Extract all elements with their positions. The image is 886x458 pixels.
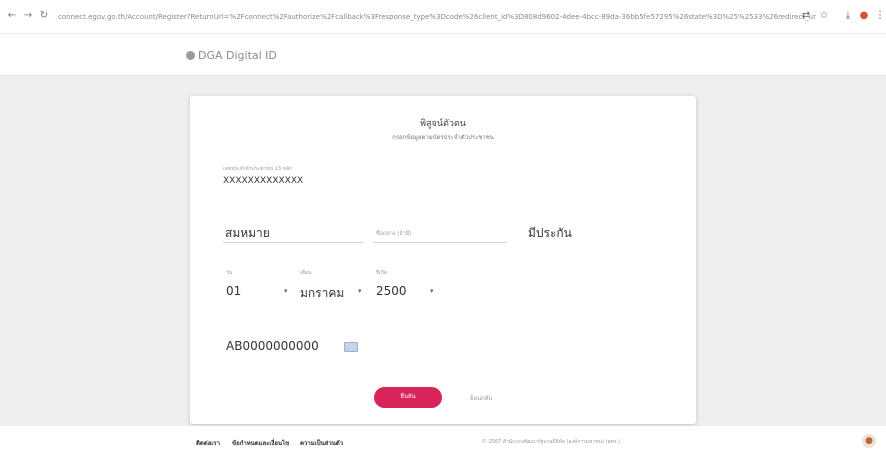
brand-name: DGA Digital ID (198, 49, 277, 62)
footer-link-privacy[interactable]: ความเป็นส่วนตัว (300, 438, 343, 448)
dga-logo-icon (186, 51, 195, 60)
footer-link-terms[interactable]: ข้อกำหนดและเงื่อนไข (232, 438, 289, 448)
reload-icon[interactable]: ↻ (38, 10, 50, 22)
download-icon[interactable]: ⤓ (842, 10, 854, 22)
birth-year-select[interactable]: 2500 (376, 284, 407, 298)
birth-day-dropdown-icon[interactable]: ▾ (284, 287, 288, 295)
site-header: DGA Digital ID (0, 34, 886, 76)
page-title: พิสูจน์ตัวตน (420, 119, 466, 129)
citizen-id-label: เลขประจำตัวประชาชน 13 หลัก (223, 166, 293, 172)
address-bar[interactable]: connect.egov.go.th/Account/Register?Retu… (58, 10, 816, 24)
submit-button[interactable]: ยืนยัน (374, 387, 442, 408)
birth-year-label: ปีเกิด (376, 270, 388, 276)
first-name-underline (223, 242, 363, 243)
identity-verification-card: พิสูจน์ตัวตน กรอกข้อมูลตามบัตรประจำตัวปร… (190, 96, 696, 424)
card-sample-icon[interactable] (344, 342, 358, 352)
birth-year-dropdown-icon[interactable]: ▾ (430, 287, 434, 295)
first-name-input[interactable]: สมหมาย (225, 224, 270, 243)
cookie-icon[interactable]: ● (862, 434, 876, 448)
forward-icon[interactable]: → (22, 10, 34, 22)
page-subtitle: กรอกข้อมูลตามบัตรประจำตัวประชาชน (392, 134, 494, 141)
birth-day-label: วัน (226, 270, 233, 276)
middle-name-input[interactable]: ชื่อกลาง (ถ้ามี) (376, 230, 412, 238)
menu-icon[interactable]: ⋮ (874, 10, 886, 22)
birth-month-label: เดือน (300, 270, 312, 276)
translate-icon[interactable]: ⇄ (800, 10, 812, 22)
star-icon[interactable]: ☆ (818, 10, 830, 22)
footer-link-contact[interactable]: ติดต่อเรา (196, 438, 220, 448)
back-icon[interactable]: ← (6, 10, 18, 22)
birth-day-select[interactable]: 01 (226, 284, 241, 298)
back-link[interactable]: ย้อนกลับ (470, 393, 492, 403)
browser-toolbar: ← → ↻ connect.egov.go.th/Account/Registe… (0, 0, 886, 34)
brand-logo[interactable]: DGA Digital ID (186, 49, 277, 63)
middle-name-underline (374, 242, 506, 243)
laser-code-input[interactable]: AB0000000000 (226, 339, 319, 353)
profile-icon[interactable]: ● (858, 10, 870, 22)
site-footer: ติดต่อเรา ข้อกำหนดและเงื่อนไข ความเป็นส่… (0, 426, 886, 458)
birth-month-dropdown-icon[interactable]: ▾ (358, 287, 362, 295)
last-name-input[interactable]: มีประกัน (528, 224, 572, 243)
citizen-id-input[interactable]: XXXXXXXXXXXXX (223, 176, 303, 186)
copyright-text: © 2567 สำนักงานพัฒนารัฐบาลดิจิทัล (องค์ก… (482, 439, 621, 445)
birth-month-select[interactable]: มกราคม (300, 284, 344, 303)
